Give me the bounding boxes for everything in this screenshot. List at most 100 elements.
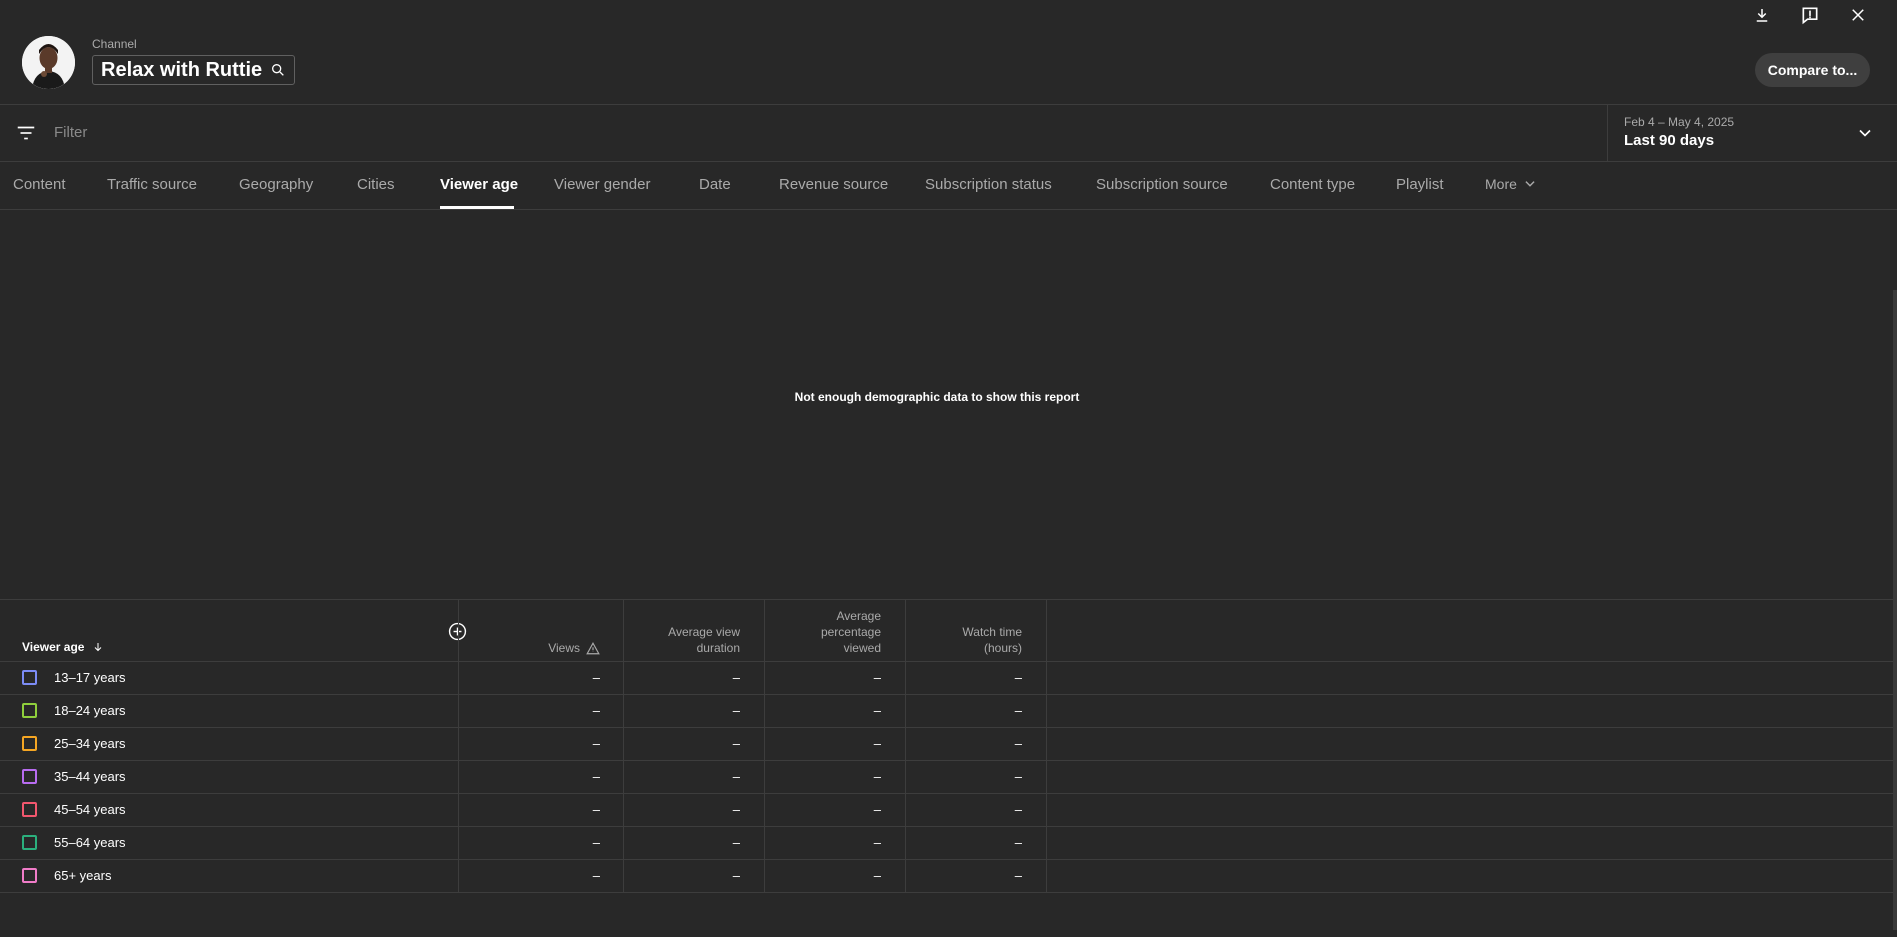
table-row: 55–64 years – – – –	[0, 827, 1893, 860]
cell-watch-time: –	[1014, 802, 1022, 817]
table-header: Viewer age Views Average view duration A…	[0, 599, 1893, 662]
channel-caption: Channel	[92, 37, 137, 51]
tab-viewer-gender[interactable]: Viewer gender	[554, 176, 650, 193]
data-table: Viewer age Views Average view duration A…	[0, 599, 1893, 893]
cell-watch-time: –	[1014, 769, 1022, 784]
table-row: 35–44 years – – – –	[0, 761, 1893, 794]
cell-views: –	[592, 670, 600, 685]
report-tabs: Content Traffic source Geography Cities …	[0, 162, 1897, 209]
cell-average-percentage-viewed: –	[873, 670, 881, 685]
date-range-label: Last 90 days	[1624, 132, 1715, 149]
row-label: 18–24 years	[54, 703, 126, 718]
series-toggle-checkbox[interactable]	[22, 835, 37, 850]
tab-viewer-age[interactable]: Viewer age	[440, 176, 518, 193]
cell-watch-time: –	[1014, 703, 1022, 718]
scrollbar[interactable]	[1893, 290, 1897, 930]
cell-views: –	[592, 868, 600, 883]
series-toggle-checkbox[interactable]	[22, 868, 37, 883]
tab-subscription-source[interactable]: Subscription source	[1096, 176, 1228, 193]
search-icon	[270, 62, 286, 78]
column-header-average-percentage-viewed[interactable]: Average percentage viewed	[781, 608, 881, 656]
column-header-line: Watch time	[962, 625, 1022, 639]
tab-revenue-source[interactable]: Revenue source	[779, 176, 888, 193]
row-label: 13–17 years	[54, 670, 126, 685]
chevron-down-icon	[1523, 177, 1537, 191]
tab-more[interactable]: More	[1485, 176, 1537, 192]
warning-icon	[586, 641, 600, 655]
filter-input[interactable]: Filter	[54, 124, 87, 141]
table-body: 13–17 years – – – – 18–24 years – – – – …	[0, 662, 1893, 893]
series-toggle-checkbox[interactable]	[22, 736, 37, 751]
tab-playlist[interactable]: Playlist	[1396, 176, 1444, 193]
tab-more-label: More	[1485, 176, 1517, 192]
analytics-advanced-mode: Channel Relax with Ruttie Compare to... …	[0, 0, 1897, 937]
cell-average-percentage-viewed: –	[873, 736, 881, 751]
column-header-views-label: Views	[548, 641, 580, 655]
cell-average-view-duration: –	[732, 670, 740, 685]
series-toggle-checkbox[interactable]	[22, 769, 37, 784]
column-header-watch-time[interactable]: Watch time (hours)	[922, 624, 1022, 656]
tab-geography[interactable]: Geography	[239, 176, 313, 193]
column-divider	[1046, 599, 1047, 893]
channel-name: Relax with Ruttie	[101, 58, 263, 81]
tab-content[interactable]: Content	[13, 176, 66, 193]
table-row: 65+ years – – – –	[0, 860, 1893, 893]
row-label: 55–64 years	[54, 835, 126, 850]
column-header-views[interactable]: Views	[500, 640, 600, 656]
divider	[0, 209, 1897, 210]
tab-traffic-source[interactable]: Traffic source	[107, 176, 197, 193]
cell-average-view-duration: –	[732, 703, 740, 718]
cell-average-view-duration: –	[732, 802, 740, 817]
download-icon[interactable]	[1749, 2, 1775, 28]
row-label: 65+ years	[54, 868, 112, 883]
feedback-icon[interactable]	[1797, 2, 1823, 28]
column-divider	[623, 599, 624, 893]
tab-subscription-status[interactable]: Subscription status	[925, 176, 1052, 193]
close-icon[interactable]	[1845, 2, 1871, 28]
channel-selector[interactable]: Relax with Ruttie	[92, 55, 296, 85]
date-range-dates: Feb 4 – May 4, 2025	[1624, 115, 1735, 129]
row-label: 35–44 years	[54, 769, 126, 784]
column-header-line: viewed	[843, 641, 881, 655]
date-range-picker[interactable]: Feb 4 – May 4, 2025 Last 90 days	[1608, 105, 1897, 161]
chart-empty-message: Not enough demographic data to show this…	[794, 390, 1080, 404]
cell-views: –	[592, 835, 600, 850]
row-label: 45–54 years	[54, 802, 126, 817]
column-header-line: Average view	[668, 625, 740, 639]
table-row: 18–24 years – – – –	[0, 695, 1893, 728]
arrow-down-icon	[92, 641, 104, 653]
cell-watch-time: –	[1014, 868, 1022, 883]
cell-average-view-duration: –	[732, 769, 740, 784]
series-toggle-checkbox[interactable]	[22, 670, 37, 685]
table-row: 13–17 years – – – –	[0, 662, 1893, 695]
cell-average-view-duration: –	[732, 868, 740, 883]
cell-average-percentage-viewed: –	[873, 835, 881, 850]
sort-viewer-age[interactable]: Viewer age	[22, 640, 104, 654]
column-header-average-view-duration[interactable]: Average view duration	[640, 624, 740, 656]
cell-average-view-duration: –	[732, 835, 740, 850]
column-divider	[458, 599, 459, 893]
cell-average-percentage-viewed: –	[873, 802, 881, 817]
cell-views: –	[592, 703, 600, 718]
tab-cities[interactable]: Cities	[357, 176, 395, 193]
column-header-viewer-age: Viewer age	[22, 640, 85, 654]
cell-watch-time: –	[1014, 835, 1022, 850]
column-divider	[905, 599, 906, 893]
column-header-line: duration	[696, 641, 740, 655]
cell-views: –	[592, 802, 600, 817]
cell-watch-time: –	[1014, 736, 1022, 751]
tab-content-type[interactable]: Content type	[1270, 176, 1355, 193]
cell-watch-time: –	[1014, 670, 1022, 685]
cell-average-percentage-viewed: –	[873, 868, 881, 883]
filter-icon[interactable]	[15, 122, 37, 144]
column-header-line: percentage	[820, 625, 881, 639]
table-row: 45–54 years – – – –	[0, 794, 1893, 827]
series-toggle-checkbox[interactable]	[22, 802, 37, 817]
cell-views: –	[592, 769, 600, 784]
table-row: 25–34 years – – – –	[0, 728, 1893, 761]
cell-average-percentage-viewed: –	[873, 769, 881, 784]
cell-views: –	[592, 736, 600, 751]
compare-button[interactable]: Compare to...	[1755, 53, 1870, 87]
tab-date[interactable]: Date	[699, 176, 731, 193]
series-toggle-checkbox[interactable]	[22, 703, 37, 718]
